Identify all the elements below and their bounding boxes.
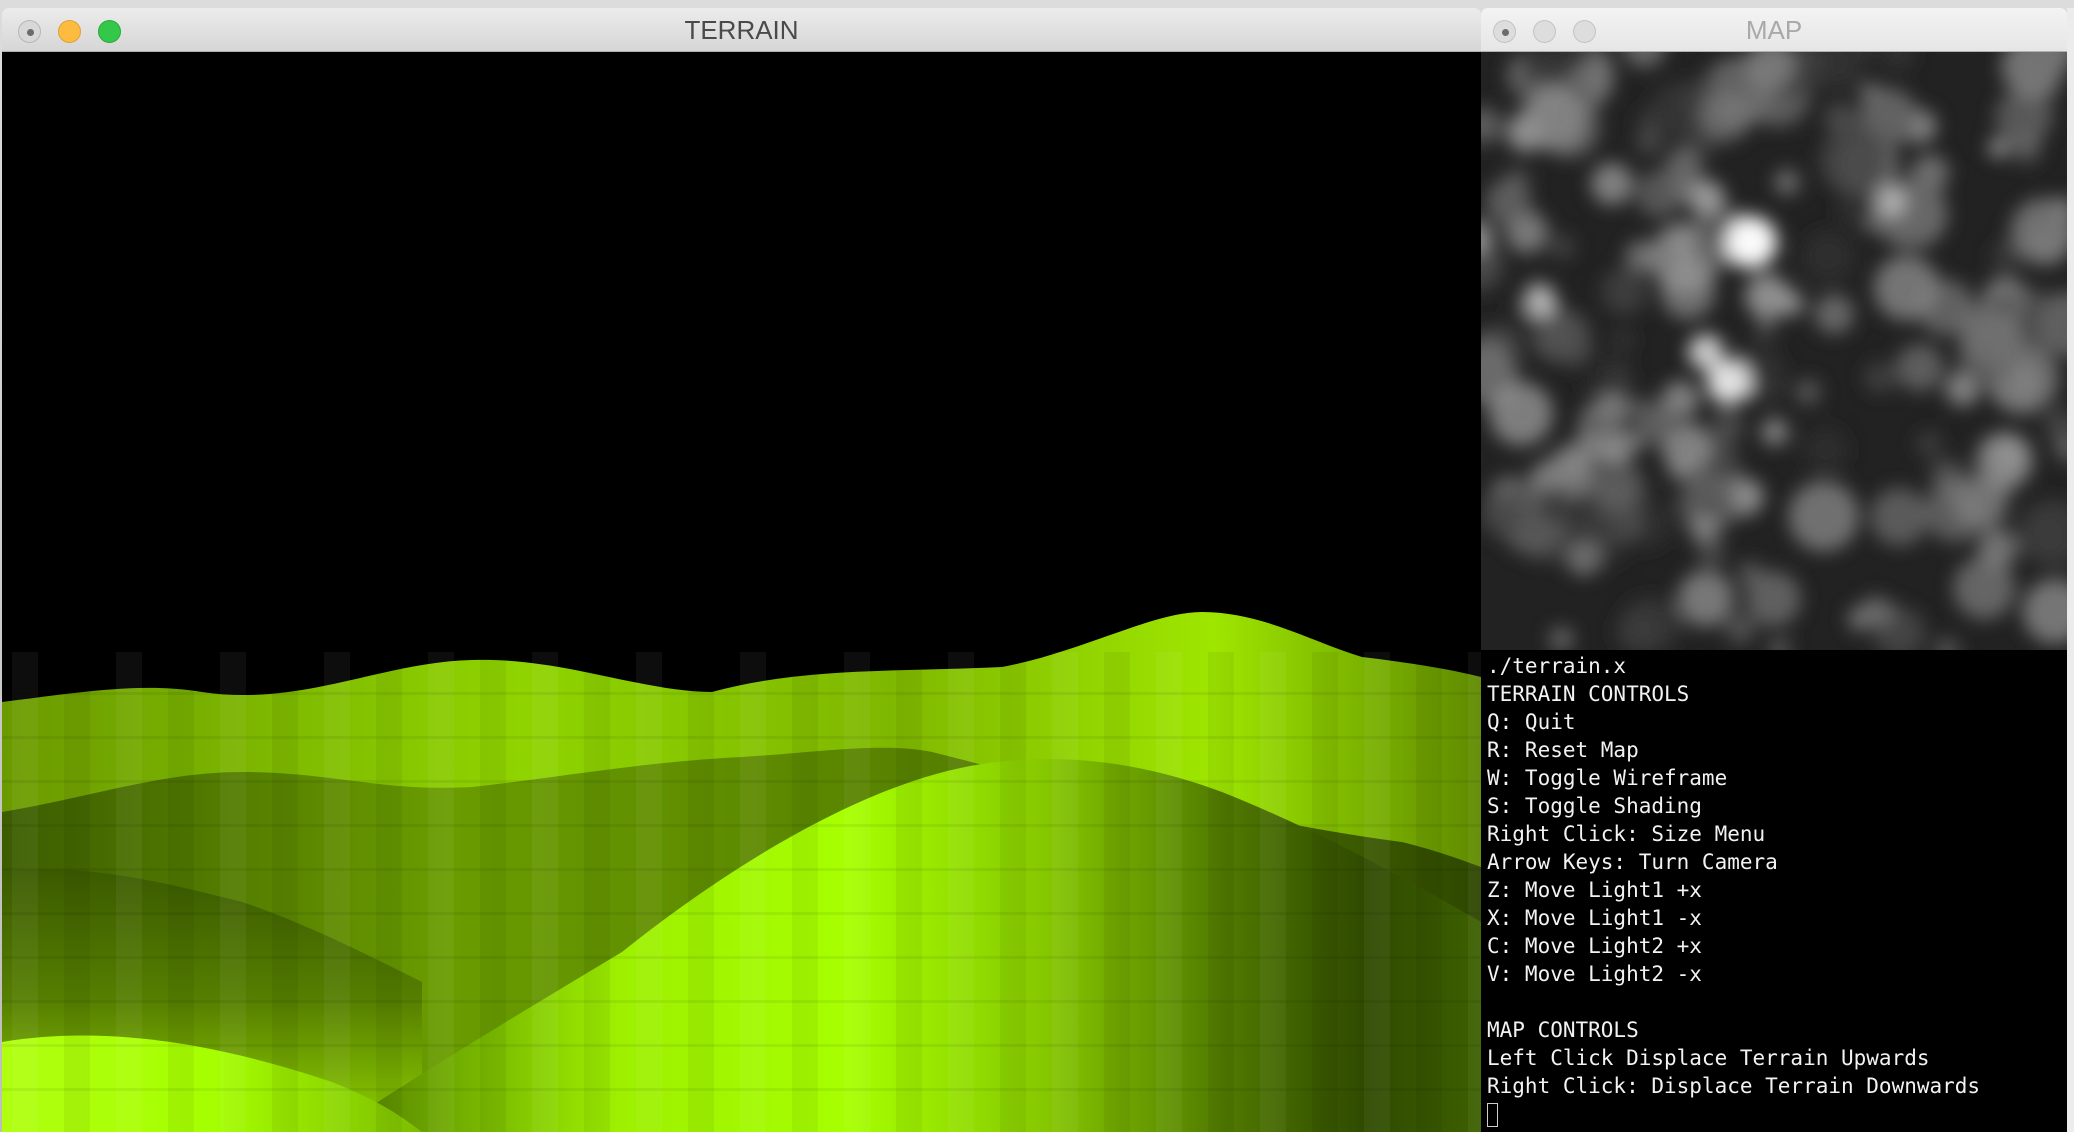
terminal-line: C: Move Light2 +x: [1487, 934, 1702, 958]
terrain-window-titlebar[interactable]: TERRAIN: [2, 8, 1481, 52]
terminal-line: TERRAIN CONTROLS: [1487, 682, 1690, 706]
terrain-viewport[interactable]: [2, 52, 1481, 1132]
map-window-titlebar[interactable]: MAP: [1481, 8, 2067, 52]
heightmap-image: [1481, 52, 2067, 650]
window-edge: [2067, 8, 2074, 1132]
terminal-line: Q: Quit: [1487, 710, 1576, 734]
desktop: TERRAIN MAP ./terrain.x TERRAIN CONTROLS…: [0, 0, 2074, 1132]
terminal-line: S: Toggle Shading: [1487, 794, 1702, 818]
terminal-line: MAP CONTROLS: [1487, 1018, 1639, 1042]
text-cursor: [1487, 1103, 1498, 1127]
terminal-line: Right Click: Displace Terrain Downwards: [1487, 1074, 1981, 1098]
terrain-render: [2, 612, 1481, 1132]
terminal-line: Z: Move Light1 +x: [1487, 878, 1702, 902]
heightmap-canvas[interactable]: [1481, 52, 2067, 650]
terminal-line: W: Toggle Wireframe: [1487, 766, 1728, 790]
terminal-line: Left Click Displace Terrain Upwards: [1487, 1046, 1930, 1070]
terminal-line: V: Move Light2 -x: [1487, 962, 1702, 986]
terminal-line: ./terrain.x: [1487, 654, 1627, 678]
terminal-line: X: Move Light1 -x: [1487, 906, 1702, 930]
map-window-title: MAP: [1745, 15, 1803, 45]
terminal-line: Right Click: Size Menu: [1487, 822, 1766, 846]
terminal-prompt[interactable]: [1487, 1100, 2074, 1128]
terminal-lines: ./terrain.x TERRAIN CONTROLS Q: Quit R: Res…: [1481, 650, 2074, 1128]
terminal-line: Arrow Keys: Turn Camera: [1487, 850, 1778, 874]
terminal-output[interactable]: ./terrain.x TERRAIN CONTROLS Q: Quit R: Res…: [1481, 650, 2074, 1132]
terminal-line: R: Reset Map: [1487, 738, 1639, 762]
terrain-window-title: TERRAIN: [684, 15, 799, 45]
